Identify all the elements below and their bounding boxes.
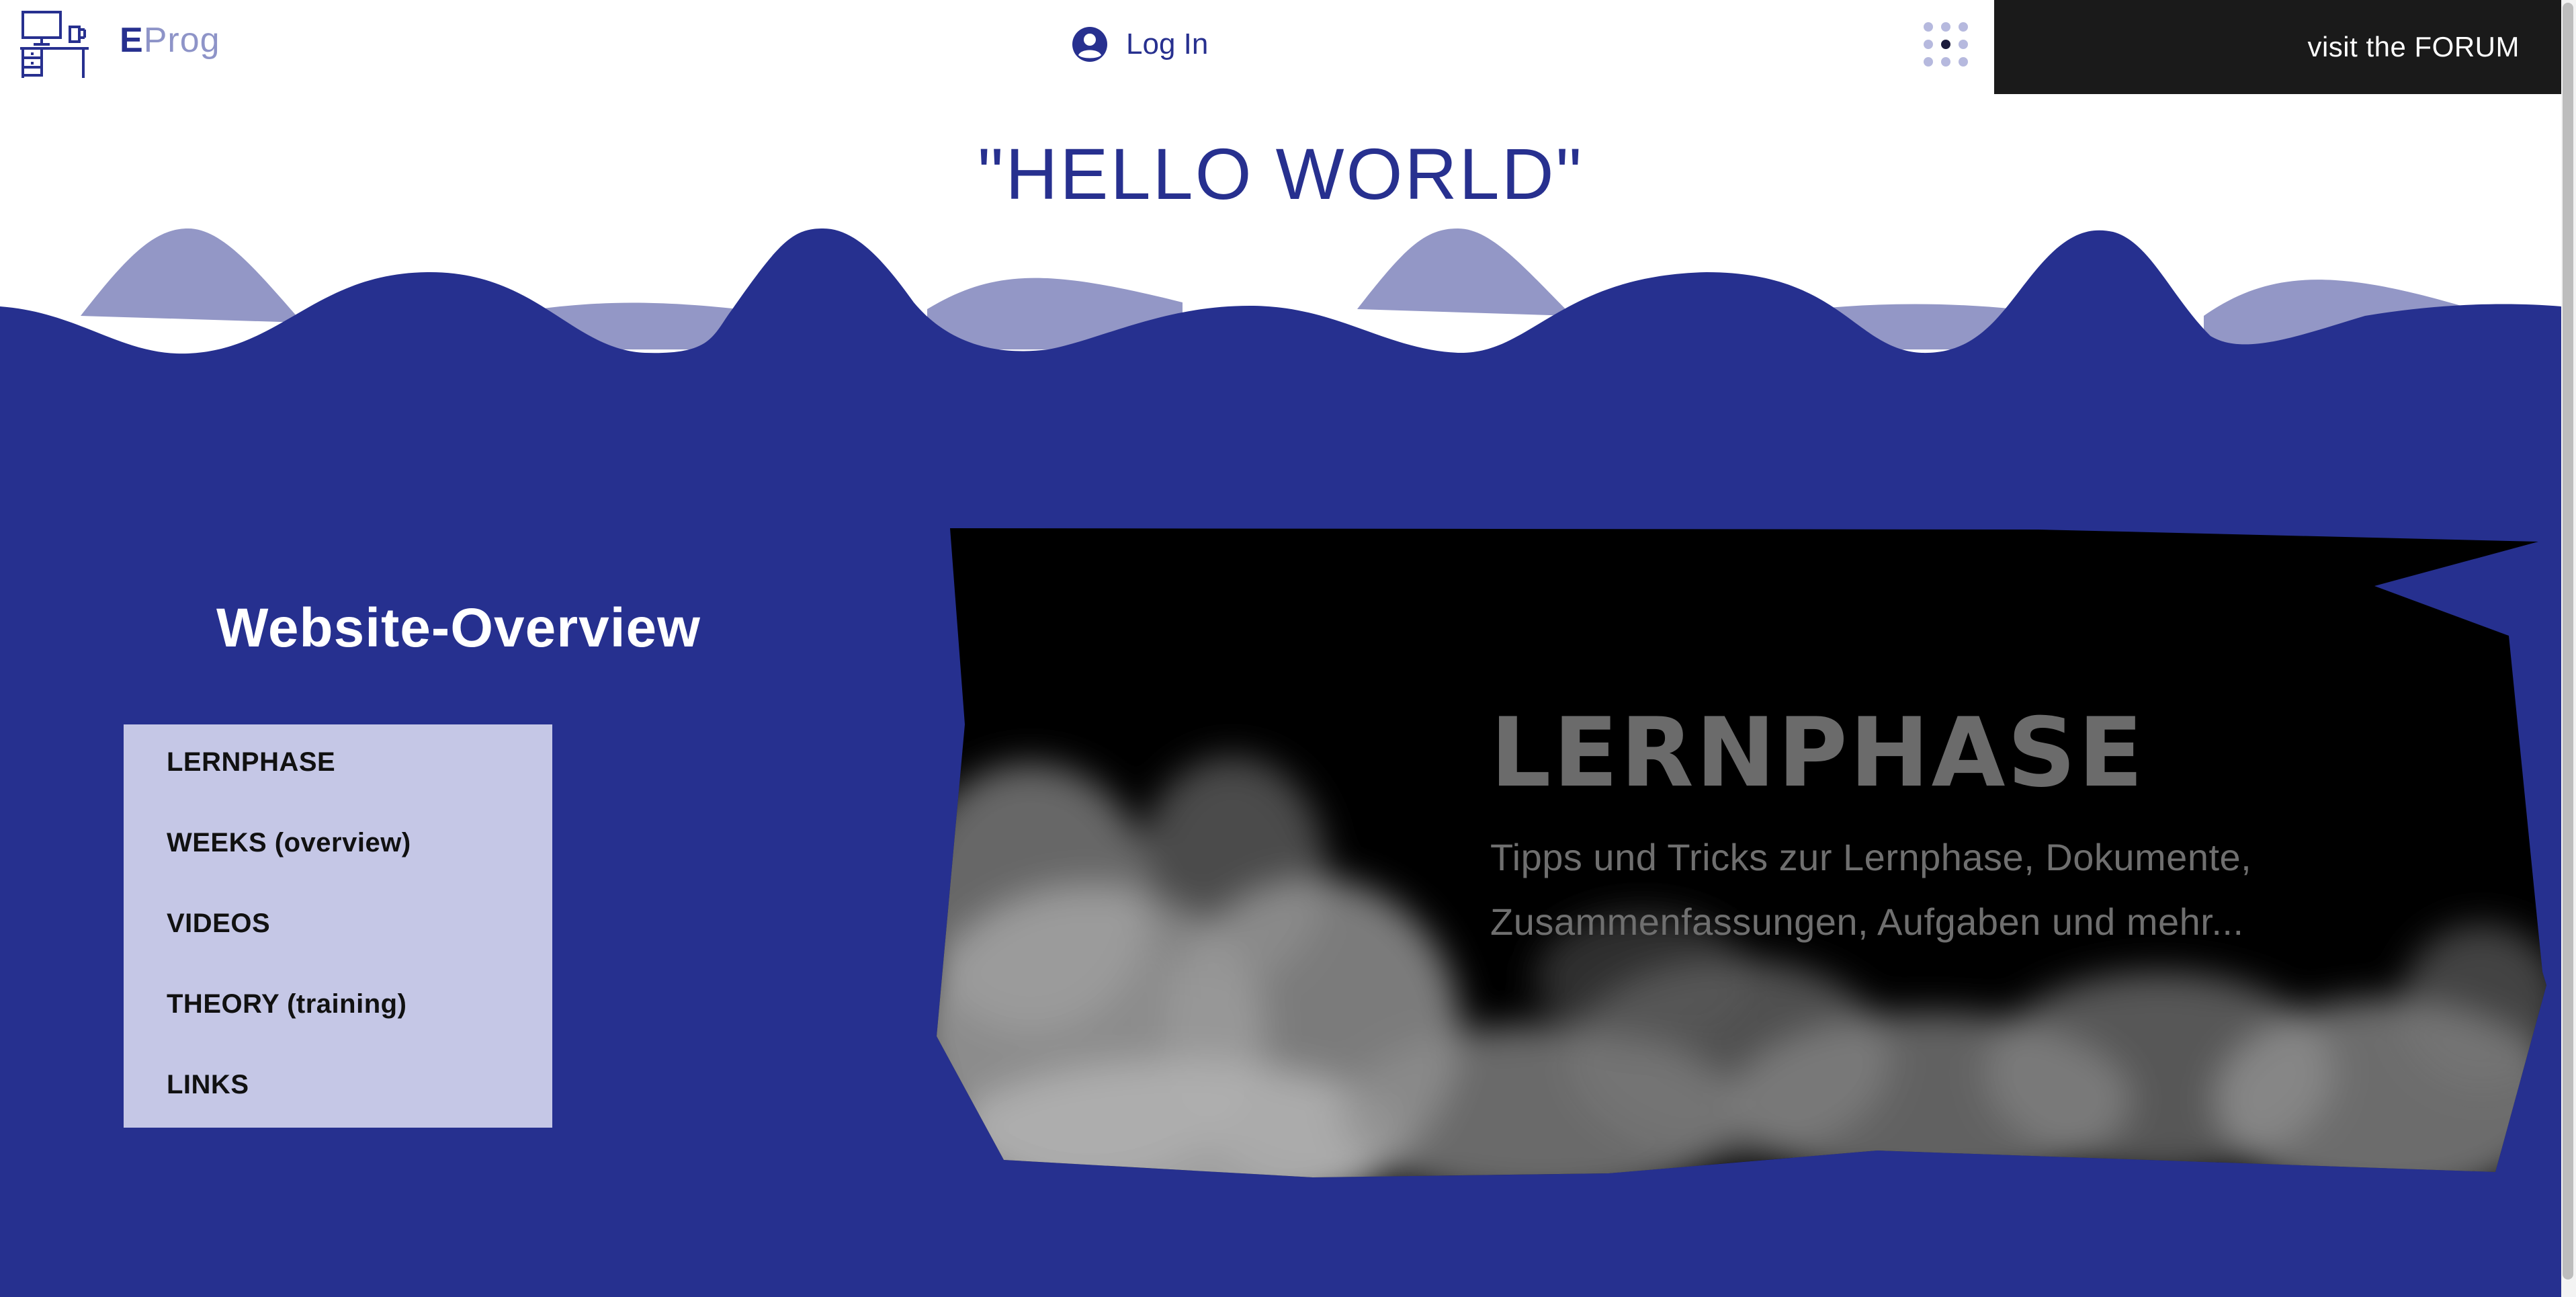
login-label: Log In	[1126, 28, 1209, 60]
overview-title: Website-Overview	[216, 597, 701, 659]
forum-button-label: visit the FORUM	[2307, 31, 2520, 62]
overview-item-links[interactable]: LINKS	[124, 1070, 552, 1150]
feature-title: LERNPHASE	[1490, 698, 2145, 808]
logo-letter: E	[120, 21, 144, 60]
lernphase-feature-panel[interactable]: LERNPHASE Tipps und Tricks zur Lernphase…	[937, 521, 2561, 1189]
user-circle-icon	[1072, 27, 1107, 62]
overview-item-lernphase[interactable]: LERNPHASE	[124, 747, 552, 828]
wave-decoration	[0, 228, 2561, 417]
scrollbar-thumb[interactable]	[2563, 3, 2573, 1280]
overview-item-videos[interactable]: VIDEOS	[124, 909, 552, 989]
logo-name: Prog	[143, 21, 220, 60]
hero-title: "HELLO WORLD"	[978, 133, 1584, 214]
feature-description-line-2: Zusammenfassungen, Aufgaben und mehr...	[1490, 901, 2244, 943]
site-header: EProg Log In visit the FORUM	[0, 0, 2561, 94]
feature-description: Tipps und Tricks zur Lernphase, Dokument…	[1490, 825, 2431, 954]
grid-dots-icon[interactable]	[1922, 20, 1970, 69]
login-button[interactable]: Log In	[1071, 24, 1208, 65]
visit-forum-button[interactable]: visit the FORUM	[1994, 0, 2561, 94]
page: EProg Log In visit the FORUM "HELLO WORL…	[0, 0, 2576, 1297]
overview-menu: LERNPHASE WEEKS (overview) VIDEOS THEORY…	[124, 724, 552, 1128]
overview-item-theory[interactable]: THEORY (training)	[124, 989, 552, 1070]
overview-item-weeks[interactable]: WEEKS (overview)	[124, 828, 552, 909]
site-logo-text[interactable]: EProg	[120, 20, 220, 60]
feature-description-line-1: Tipps und Tricks zur Lernphase, Dokument…	[1490, 836, 2252, 878]
desk-computer-icon[interactable]	[19, 9, 90, 79]
